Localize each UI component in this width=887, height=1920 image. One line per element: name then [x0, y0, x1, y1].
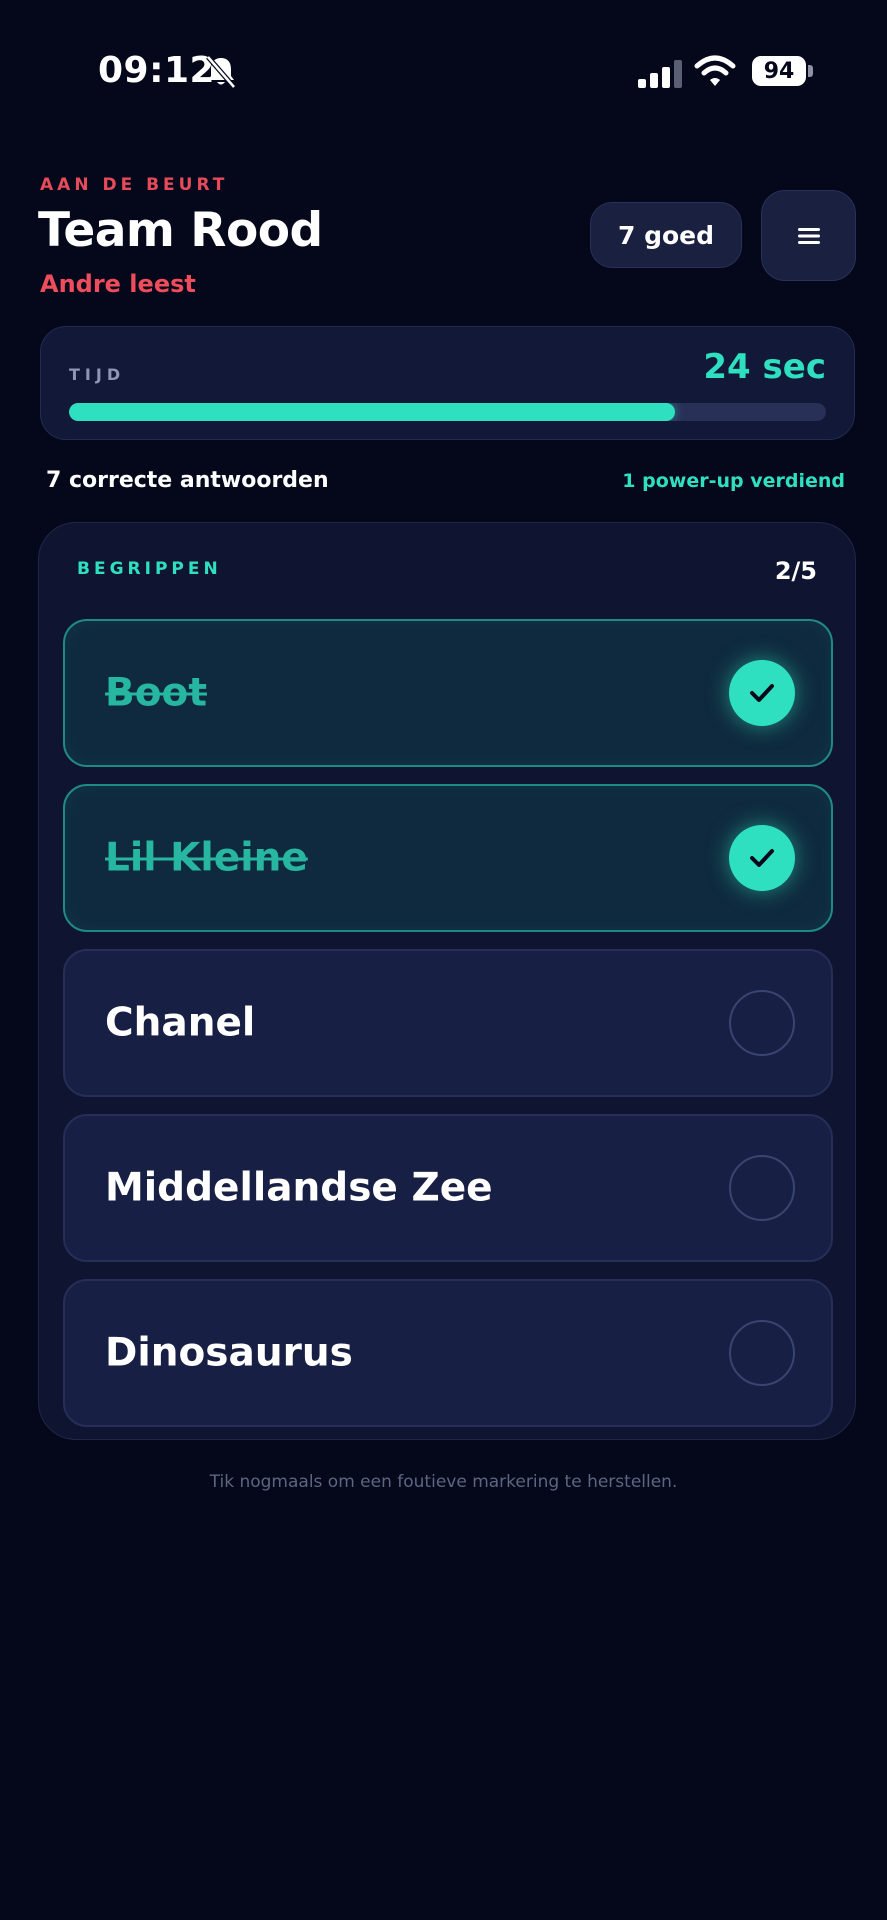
hint-text: Tik nogmaals om een foutieve markering t…: [209, 1472, 678, 1492]
words-progress: 2/5: [774, 557, 817, 585]
word-checkbox[interactable]: [729, 1155, 795, 1221]
timer-label: TIJD: [69, 365, 126, 384]
hamburger-menu-icon: [797, 227, 820, 244]
word-label: Boot: [105, 670, 207, 716]
wifi-icon: [694, 55, 736, 86]
word-label: Chanel: [105, 1000, 256, 1046]
score-label: 7 goed: [617, 220, 715, 250]
word-checkbox[interactable]: [729, 990, 795, 1056]
status-time: 09:12: [98, 50, 216, 91]
timer-progress-fill: [69, 403, 675, 421]
word-item[interactable]: Dinosaurus: [63, 1279, 833, 1427]
word-item[interactable]: Middellandse Zee: [63, 1114, 833, 1262]
team-name: Team Rood: [38, 203, 323, 258]
timer-card: TIJD 24 sec: [40, 326, 855, 440]
words-card: BEGRIPPEN 2/5 Boot Lil Kleine Chanel Mid…: [38, 522, 856, 1440]
powerup-label: 1 power-up verdiend: [622, 470, 845, 492]
status-bar: 09:12 94: [0, 0, 887, 150]
word-item[interactable]: Boot: [63, 619, 833, 767]
turn-label: AAN DE BEURT: [40, 175, 229, 195]
word-label: Middellandse Zee: [105, 1165, 493, 1211]
score-badge: 7 goed: [590, 202, 742, 268]
word-label: Lil Kleine: [105, 835, 308, 881]
word-item[interactable]: Lil Kleine: [63, 784, 833, 932]
word-label: Dinosaurus: [105, 1330, 353, 1376]
menu-button[interactable]: [761, 190, 856, 281]
battery-level: 94: [763, 58, 795, 84]
timer-progress-track: [69, 403, 826, 421]
battery-icon: 94: [752, 56, 806, 86]
timer-value: 24 sec: [703, 347, 826, 387]
words-title: BEGRIPPEN: [77, 559, 222, 579]
checkmark-icon: [750, 849, 774, 867]
app-screen: 09:12 94 AAN DE BEURT Team Rood Andre le…: [0, 0, 887, 1920]
battery-nub: [808, 65, 813, 77]
bell-slash-icon: [206, 55, 236, 89]
word-checkbox[interactable]: [729, 825, 795, 891]
word-item[interactable]: Chanel: [63, 949, 833, 1097]
checkmark-icon: [750, 684, 774, 702]
correct-count: 7 correcte antwoorden: [46, 468, 329, 493]
word-checkbox[interactable]: [729, 660, 795, 726]
reader-label: Andre leest: [40, 270, 196, 298]
word-checkbox[interactable]: [729, 1320, 795, 1386]
signal-icon: [638, 60, 682, 88]
